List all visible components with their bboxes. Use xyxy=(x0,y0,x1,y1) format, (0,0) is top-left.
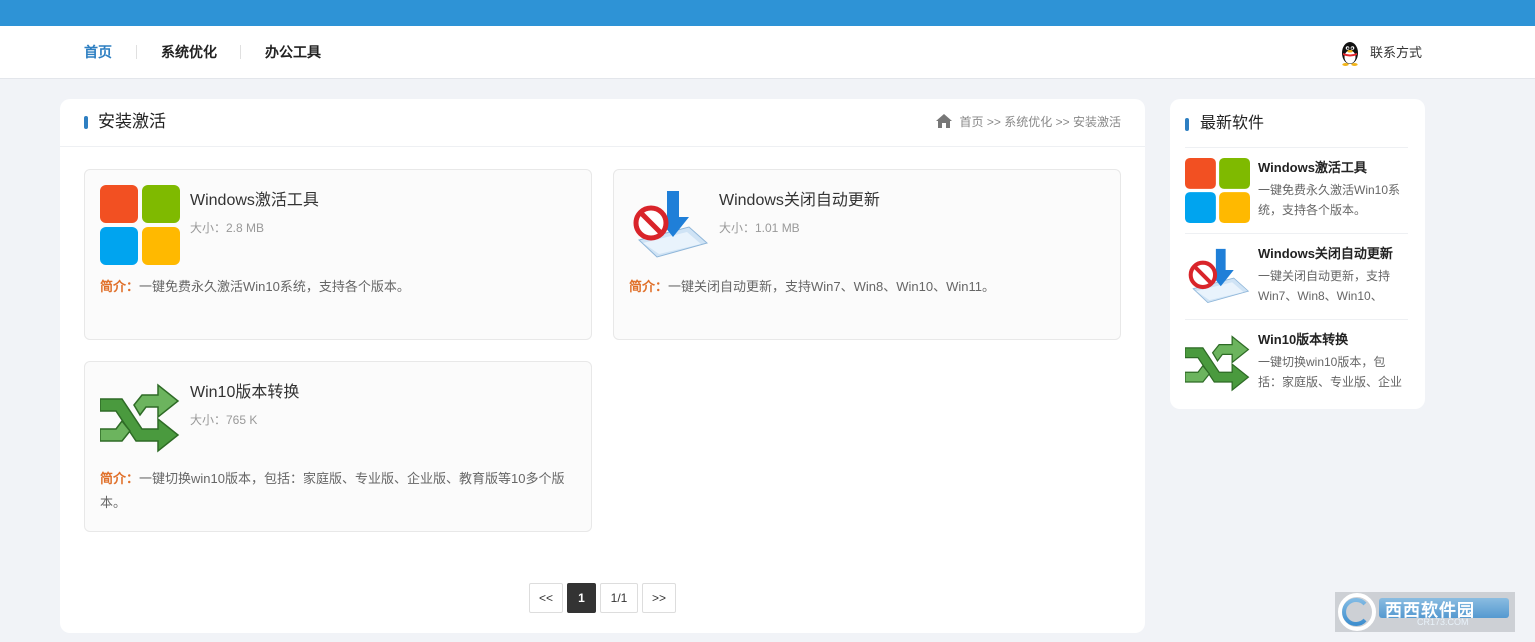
breadcrumb-current: 安装激活 xyxy=(1072,115,1121,129)
sidebar-software-desc: 一键关闭自动更新，支持Win7、Win8、Win10、 xyxy=(1258,269,1391,303)
desc-label: 简介： xyxy=(100,471,140,486)
page-number-current[interactable]: 1 xyxy=(567,583,596,613)
software-size: 大小：1.01 MB xyxy=(719,221,800,235)
desc-text: 一键切换win10版本，包括：家庭版、专业版、企业版、教育版等10多个版本。 xyxy=(100,471,565,510)
software-card: Windows激活工具 大小：2.8 MB 简介：一键免费永久激活Win10系统… xyxy=(84,169,592,340)
latest-software-sidebar: 最新软件 Windows激活工具 一键免费永久激活Win10系统，支持各个版本。… xyxy=(1170,99,1425,409)
top-accent-bar xyxy=(0,0,1535,26)
main-nav: 首页 系统优化 办公工具 联系方式 xyxy=(0,26,1535,79)
nav-item-office-tools[interactable]: 办公工具 xyxy=(265,26,321,79)
sidebar-software-desc: 一键免费永久激活Win10系统，支持各个版本。 xyxy=(1258,183,1401,217)
software-card: Windows关闭自动更新 大小：1.01 MB 简介：一键关闭自动更新，支持W… xyxy=(613,169,1121,340)
software-name-link[interactable]: Windows激活工具 xyxy=(190,190,319,212)
nav-item-system-optimize[interactable]: 系统优化 xyxy=(161,26,217,79)
software-size: 大小：765 K xyxy=(190,413,258,427)
sidebar-software-name[interactable]: Windows关闭自动更新 xyxy=(1258,245,1393,263)
windows-logo-icon[interactable] xyxy=(1185,158,1250,223)
sidebar-software-item: Windows关闭自动更新 一键关闭自动更新，支持Win7、Win8、Win10… xyxy=(1185,233,1408,319)
sidebar-software-item: Win10版本转换 一键切换win10版本，包括：家庭版、专业版、企业版、 xyxy=(1185,319,1408,405)
home-icon xyxy=(936,114,953,128)
desc-text: 一键关闭自动更新，支持Win7、Win8、Win10、Win11。 xyxy=(668,279,995,294)
breadcrumb-separator: >> xyxy=(1055,115,1070,129)
watermark-url: CR173.COM xyxy=(1417,617,1469,627)
sidebar-software-name[interactable]: Windows激活工具 xyxy=(1258,159,1367,177)
desc-text: 一键免费永久激活Win10系统，支持各个版本。 xyxy=(139,279,410,294)
shuffle-arrows-icon[interactable] xyxy=(100,377,180,457)
page-count: 1/1 xyxy=(600,583,638,613)
panel-header: 安装激活 首页 >> 系统优化 >> 安装激活 xyxy=(60,99,1145,147)
page-title: 安装激活 xyxy=(98,112,166,131)
nav-divider xyxy=(136,45,137,59)
desc-label: 简介： xyxy=(629,279,669,294)
title-accent-bar xyxy=(84,116,88,129)
breadcrumb-separator: >> xyxy=(986,115,1001,129)
sidebar-title: 最新软件 xyxy=(1200,115,1265,132)
title-accent-bar xyxy=(1185,118,1189,131)
breadcrumb-home[interactable]: 首页 xyxy=(960,115,984,129)
main-content-panel: 安装激活 首页 >> 系统优化 >> 安装激活 Windows激活工具 大小：2… xyxy=(60,99,1145,633)
sidebar-software-desc: 一键切换win10版本，包括：家庭版、专业版、企业版、 xyxy=(1258,355,1403,389)
software-card: Win10版本转换 大小：765 K 简介：一键切换win10版本，包括：家庭版… xyxy=(84,361,592,532)
software-name-link[interactable]: Win10版本转换 xyxy=(190,382,299,404)
software-description: 简介：一键关闭自动更新，支持Win7、Win8、Win10、Win11。 xyxy=(629,275,1109,299)
nav-divider xyxy=(240,45,241,59)
software-name-link[interactable]: Windows关闭自动更新 xyxy=(719,190,880,212)
next-page-button[interactable]: >> xyxy=(642,583,676,613)
no-update-icon[interactable] xyxy=(1185,244,1250,309)
sidebar-software-item: Windows激活工具 一键免费永久激活Win10系统，支持各个版本。 xyxy=(1185,147,1408,233)
prev-page-button[interactable]: << xyxy=(529,583,563,613)
qq-penguin-icon xyxy=(1342,42,1358,66)
contact-label: 联系方式 xyxy=(1370,45,1423,60)
desc-label: 简介： xyxy=(100,279,140,294)
breadcrumb: 首页 >> 系统优化 >> 安装激活 xyxy=(936,114,1121,130)
software-size: 大小：2.8 MB xyxy=(190,221,265,235)
breadcrumb-category[interactable]: 系统优化 xyxy=(1004,115,1052,129)
software-description: 简介：一键切换win10版本，包括：家庭版、专业版、企业版、教育版等10多个版本… xyxy=(100,467,580,515)
site-watermark-logo: 西西软件园 CR173.COM xyxy=(1335,592,1515,632)
software-description: 简介：一键免费永久激活Win10系统，支持各个版本。 xyxy=(100,275,580,299)
nav-item-home[interactable]: 首页 xyxy=(84,26,112,79)
shuffle-arrows-icon[interactable] xyxy=(1185,330,1250,395)
sidebar-software-name[interactable]: Win10版本转换 xyxy=(1258,331,1348,349)
no-update-icon[interactable] xyxy=(629,185,709,265)
windows-logo-icon[interactable] xyxy=(100,185,180,265)
